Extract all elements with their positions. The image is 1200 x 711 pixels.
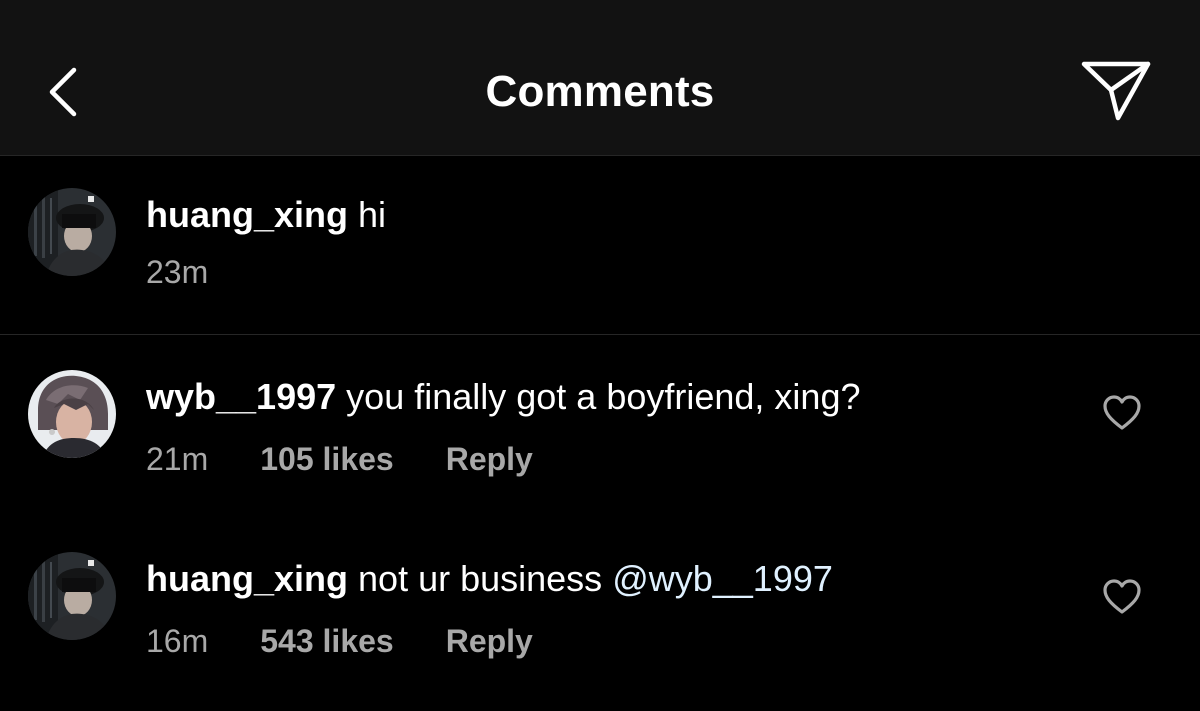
page-title: Comments <box>485 67 715 116</box>
comment-meta: 21m 105 likes Reply <box>146 439 533 479</box>
comment-text-line: huang_xing hi <box>146 193 386 237</box>
avatar[interactable] <box>28 188 116 276</box>
mention-link[interactable]: @wyb__1997 <box>612 558 833 599</box>
comment-username[interactable]: huang_xing <box>146 558 348 599</box>
avatar[interactable] <box>28 370 116 458</box>
header-bar: Comments <box>0 0 1200 156</box>
comment-likes[interactable]: 105 likes <box>260 441 393 477</box>
comment-timestamp: 16m <box>146 623 209 659</box>
heart-icon <box>1103 579 1141 614</box>
comment-text-line: wyb__1997 you finally got a boyfriend, x… <box>146 375 861 419</box>
comment-timestamp: 21m <box>146 441 209 477</box>
comment-body: not ur business <box>358 558 613 599</box>
paper-plane-icon <box>1081 61 1151 121</box>
comment-username[interactable]: huang_xing <box>146 194 348 235</box>
comment-body: you finally got a boyfriend, xing? <box>346 376 861 417</box>
comment-meta: 16m 543 likes Reply <box>146 621 533 661</box>
like-button[interactable] <box>1102 394 1142 432</box>
share-button[interactable] <box>1078 56 1154 126</box>
comment-likes[interactable]: 543 likes <box>260 623 393 659</box>
divider <box>0 334 1200 335</box>
comment-body: hi <box>358 194 387 235</box>
avatar[interactable] <box>28 552 116 640</box>
heart-icon <box>1103 395 1141 430</box>
comment-timestamp: 23m <box>146 254 209 290</box>
comment-username[interactable]: wyb__1997 <box>146 376 336 417</box>
comment-meta: 23m <box>146 252 208 292</box>
like-button[interactable] <box>1102 578 1142 616</box>
reply-button[interactable]: Reply <box>446 441 533 477</box>
reply-button[interactable]: Reply <box>446 623 533 659</box>
comment-text-line: huang_xing not ur business @wyb__1997 <box>146 557 833 601</box>
